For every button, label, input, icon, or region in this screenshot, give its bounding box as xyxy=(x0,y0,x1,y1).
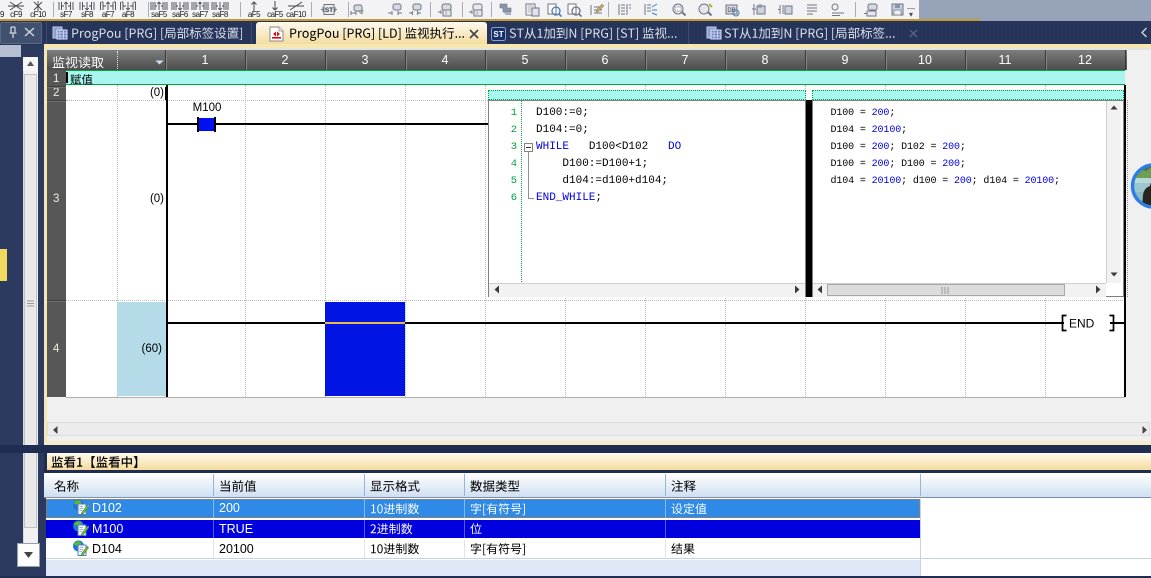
svg-text:ST: ST xyxy=(325,7,333,14)
svg-text:ST: ST xyxy=(493,30,503,39)
svg-text:END: END xyxy=(1069,317,1095,331)
